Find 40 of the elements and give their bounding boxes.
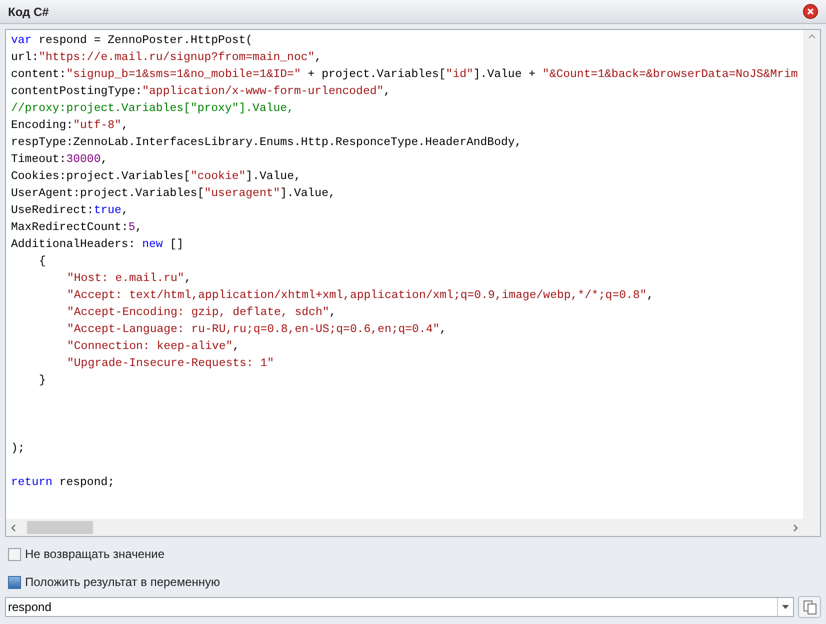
scrollbar-thumb[interactable] bbox=[27, 521, 93, 534]
code-line: Encoding:"utf-8", bbox=[11, 118, 128, 134]
horizontal-scrollbar[interactable] bbox=[6, 519, 820, 536]
code-line: "Accept: text/html,application/xhtml+xml,application/xml;q=0.9,image/webp,*/*;q=0.8", bbox=[67, 288, 654, 304]
code-line: content:"signup_b=1&sms=1&no_mobile=1&ID=" + project.Variables["id"].Value + "&Count=1&back=&browserData=NoJS&Mrim bbox=[11, 67, 798, 83]
code-line: respType:ZennoLab.InterfacesLibrary.Enums.Http.ResponceType.HeaderAndBody, bbox=[11, 135, 522, 151]
code-line: "Accept-Language: ru-RU,ru;q=0.8,en-US;q=0.6,en;q=0.4", bbox=[67, 322, 447, 338]
code-line: "Upgrade-Insecure-Requests: 1" bbox=[67, 356, 274, 372]
code-line: ); bbox=[11, 441, 25, 457]
code-line: UserAgent:project.Variables["useragent"].Value, bbox=[11, 186, 336, 202]
scroll-left-icon[interactable] bbox=[11, 524, 16, 532]
code-line: { bbox=[39, 254, 46, 270]
scroll-up-icon[interactable] bbox=[808, 34, 816, 39]
scroll-right-icon[interactable] bbox=[793, 524, 798, 532]
code-line: //proxy:project.Variables["proxy"].Value, bbox=[11, 101, 294, 117]
checkbox-label: Положить результат в переменную bbox=[25, 574, 220, 591]
copy-button[interactable] bbox=[798, 596, 821, 618]
vertical-scrollbar[interactable] bbox=[803, 30, 820, 519]
checkbox-label: Не возвращать значение bbox=[25, 546, 165, 563]
code-line: } bbox=[39, 373, 46, 389]
code-line: "Accept-Encoding: gzip, deflate, sdch", bbox=[67, 305, 336, 321]
checkbox[interactable] bbox=[8, 548, 21, 560]
copy-icon bbox=[802, 600, 816, 614]
code-line: Cookies:project.Variables["cookie"].Value, bbox=[11, 169, 301, 185]
code-line: url:"https://e.mail.ru/signup?from=main_noc", bbox=[11, 50, 322, 66]
code-line: "Host: e.mail.ru", bbox=[67, 271, 192, 287]
code-line: UseRedirect:true, bbox=[11, 203, 128, 219]
window-title: Код C# bbox=[8, 4, 49, 20]
close-icon bbox=[807, 8, 814, 15]
checkbox[interactable] bbox=[8, 576, 21, 588]
code-line: "Connection: keep-alive", bbox=[67, 339, 240, 355]
code-line: AdditionalHeaders: new [] bbox=[11, 237, 184, 253]
code-editor[interactable] bbox=[5, 29, 821, 537]
code-line: MaxRedirectCount:5, bbox=[11, 220, 142, 236]
code-line: Timeout:30000, bbox=[11, 152, 108, 168]
code-line: return respond; bbox=[11, 475, 115, 491]
code-line: var respond = ZennoPoster.HttpPost( bbox=[11, 33, 253, 49]
caret-icon bbox=[782, 605, 789, 609]
code-line: contentPostingType:"application/x-www-form-urlencoded", bbox=[11, 84, 391, 100]
close-button[interactable] bbox=[803, 4, 818, 19]
